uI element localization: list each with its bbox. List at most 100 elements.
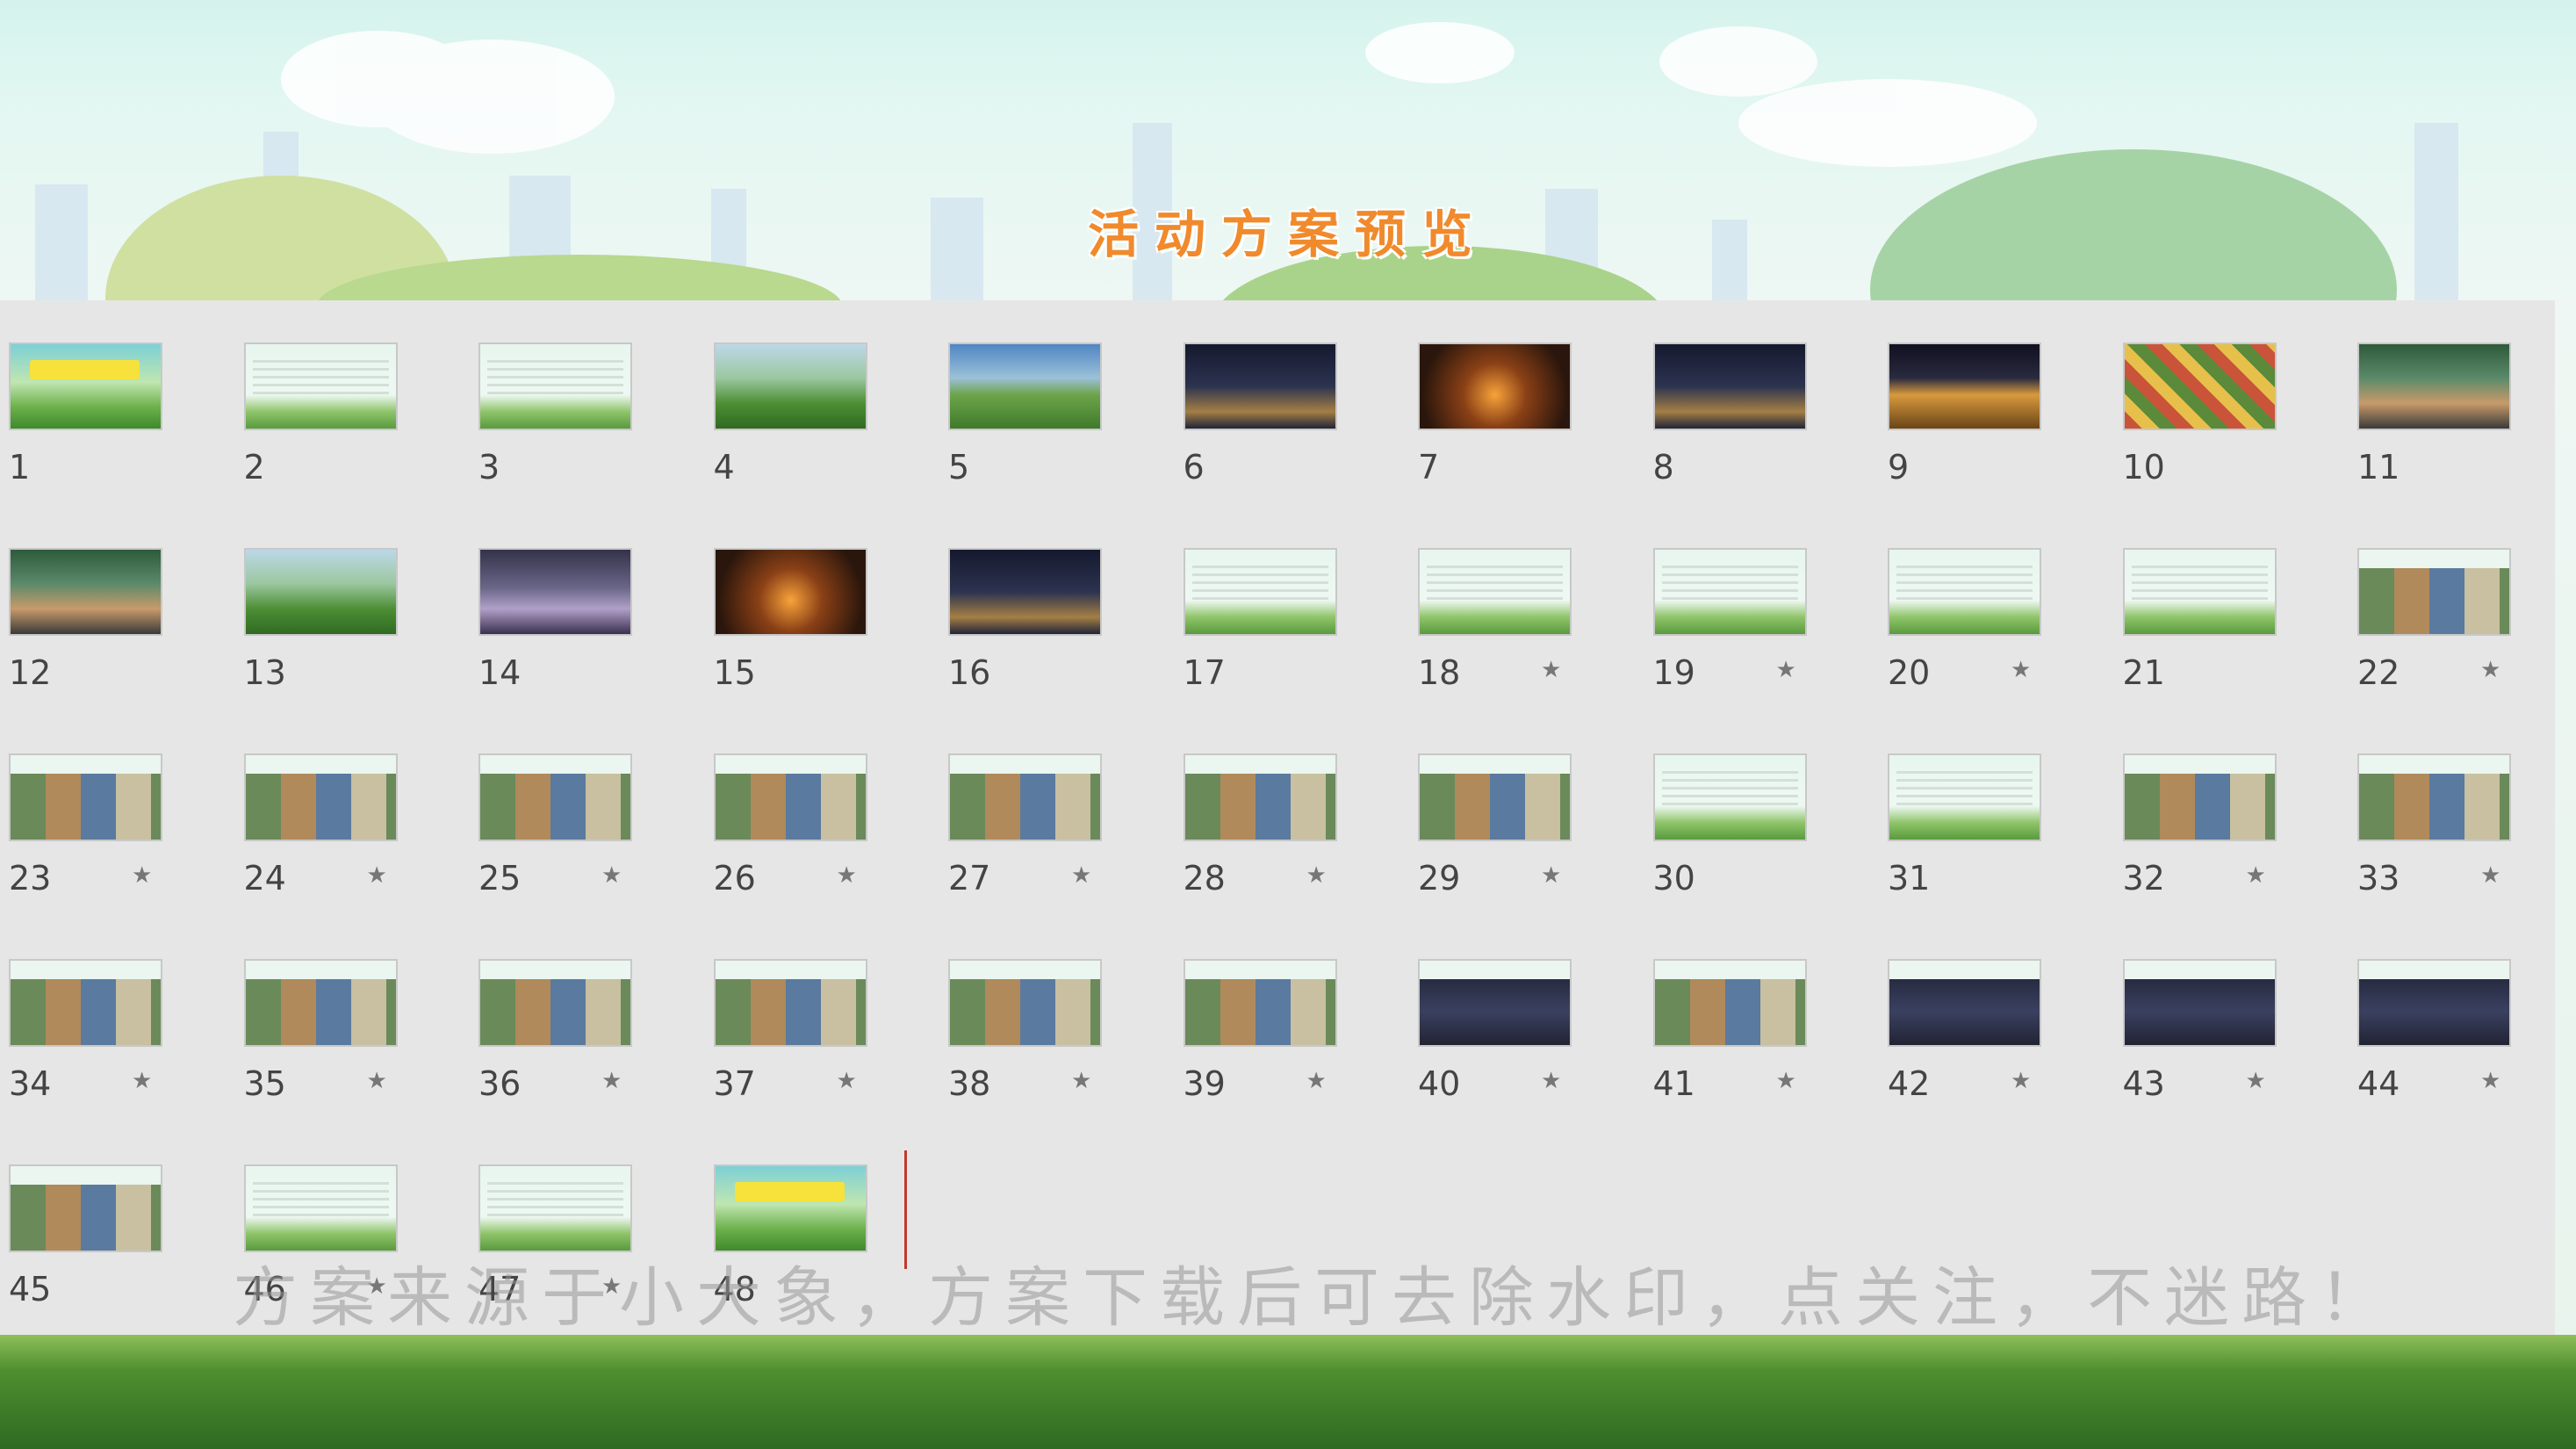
slide-thumbnail[interactable]: 21 xyxy=(2122,548,2277,692)
slide-thumbnail[interactable]: 12 xyxy=(9,548,162,692)
slide-preview-image[interactable] xyxy=(2357,548,2511,636)
slide-thumbnail[interactable]: 5 xyxy=(948,342,1102,487)
slide-preview-image[interactable] xyxy=(479,959,632,1047)
slide-thumbnail[interactable]: 29 ★ xyxy=(1418,753,1572,898)
slide-preview-image[interactable] xyxy=(243,548,398,636)
slide-thumbnail[interactable]: 23 ★ xyxy=(9,753,162,898)
slide-preview-image[interactable] xyxy=(1418,753,1572,841)
slide-sorter-panel[interactable]: 1 2 3 4 5 6 7 8 9 10 11 12 13 14 15 16 17 18 ★ 19 ★ 20 ★ 21 22 ★ 2… xyxy=(0,300,2555,1335)
slide-preview-image[interactable] xyxy=(1183,959,1337,1047)
slide-thumbnail[interactable]: 42 ★ xyxy=(1888,959,2041,1103)
slide-preview-image[interactable] xyxy=(948,753,1102,841)
slide-thumbnail[interactable]: 20 ★ xyxy=(1888,548,2041,692)
slide-thumbnail[interactable]: 33 ★ xyxy=(2357,753,2511,898)
slide-preview-image[interactable] xyxy=(1888,342,2041,430)
slide-thumbnail[interactable]: 15 xyxy=(713,548,867,692)
slide-thumbnail[interactable]: 40 ★ xyxy=(1418,959,1572,1103)
slide-thumbnail[interactable]: 30 xyxy=(1652,753,1807,898)
slide-thumbnail[interactable]: 27 ★ xyxy=(948,753,1102,898)
slide-thumbnail[interactable]: 1 xyxy=(9,342,162,487)
slide-preview-image[interactable] xyxy=(948,959,1102,1047)
slide-preview-image[interactable] xyxy=(2357,753,2511,841)
slide-preview-image[interactable] xyxy=(9,1164,162,1252)
slide-thumbnail[interactable]: 45 xyxy=(9,1164,162,1308)
slide-preview-image[interactable] xyxy=(479,1164,632,1252)
slide-thumbnail[interactable]: 46 ★ xyxy=(243,1164,398,1308)
slide-preview-image[interactable] xyxy=(479,548,632,636)
slide-thumbnail[interactable]: 34 ★ xyxy=(9,959,162,1103)
slide-preview-image[interactable] xyxy=(1652,342,1807,430)
slide-preview-image[interactable] xyxy=(713,1164,867,1252)
slide-preview-image[interactable] xyxy=(713,959,867,1047)
slide-thumbnail[interactable]: 18 ★ xyxy=(1418,548,1572,692)
slide-preview-image[interactable] xyxy=(1183,342,1337,430)
slide-thumbnail[interactable]: 8 xyxy=(1652,342,1807,487)
slide-thumbnail[interactable]: 36 ★ xyxy=(479,959,632,1103)
slide-thumbnail[interactable]: 39 ★ xyxy=(1183,959,1337,1103)
slide-thumbnail[interactable]: 24 ★ xyxy=(243,753,398,898)
slide-preview-image[interactable] xyxy=(2357,959,2511,1047)
slide-preview-image[interactable] xyxy=(1652,959,1807,1047)
slide-thumbnail[interactable]: 28 ★ xyxy=(1183,753,1337,898)
slide-thumbnail[interactable]: 11 xyxy=(2357,342,2511,487)
slide-thumbnail[interactable]: 47 ★ xyxy=(479,1164,632,1308)
slide-thumbnail[interactable]: 16 xyxy=(948,548,1102,692)
slide-preview-image[interactable] xyxy=(479,342,632,430)
slide-thumbnail[interactable]: 7 xyxy=(1418,342,1572,487)
animation-star-icon: ★ xyxy=(1775,1068,1796,1094)
slide-thumbnail[interactable]: 35 ★ xyxy=(243,959,398,1103)
slide-preview-image[interactable] xyxy=(2122,959,2277,1047)
slide-number: 37 xyxy=(713,1064,756,1103)
slide-thumbnail[interactable]: 44 ★ xyxy=(2357,959,2511,1103)
slide-preview-image[interactable] xyxy=(1652,548,1807,636)
slide-preview-image[interactable] xyxy=(1888,753,2041,841)
slide-preview-image[interactable] xyxy=(1418,959,1572,1047)
slide-preview-image[interactable] xyxy=(1652,753,1807,841)
slide-thumbnail[interactable]: 38 ★ xyxy=(948,959,1102,1103)
slide-preview-image[interactable] xyxy=(1183,548,1337,636)
slide-thumbnail[interactable]: 37 ★ xyxy=(713,959,867,1103)
slide-preview-image[interactable] xyxy=(1888,959,2041,1047)
slide-thumbnail[interactable]: 14 xyxy=(479,548,632,692)
slide-preview-image[interactable] xyxy=(9,342,162,430)
slide-thumbnail[interactable]: 6 xyxy=(1183,342,1337,487)
slide-preview-image[interactable] xyxy=(2122,753,2277,841)
slide-preview-image[interactable] xyxy=(2122,342,2277,430)
slide-preview-image[interactable] xyxy=(9,548,162,636)
slide-preview-image[interactable] xyxy=(243,753,398,841)
slide-thumbnail[interactable]: 26 ★ xyxy=(713,753,867,898)
slide-preview-image[interactable] xyxy=(948,548,1102,636)
slide-thumbnail[interactable]: 17 xyxy=(1183,548,1337,692)
slide-preview-image[interactable] xyxy=(1418,342,1572,430)
slide-thumbnail[interactable]: 31 xyxy=(1888,753,2041,898)
slide-preview-image[interactable] xyxy=(9,753,162,841)
slide-preview-image[interactable] xyxy=(713,342,867,430)
slide-preview-image[interactable] xyxy=(713,548,867,636)
slide-preview-image[interactable] xyxy=(243,1164,398,1252)
slide-preview-image[interactable] xyxy=(243,959,398,1047)
slide-thumbnail[interactable]: 10 xyxy=(2122,342,2277,487)
slide-thumbnail[interactable]: 3 xyxy=(479,342,632,487)
slide-preview-image[interactable] xyxy=(1888,548,2041,636)
slide-preview-image[interactable] xyxy=(948,342,1102,430)
slide-thumbnail[interactable]: 2 xyxy=(243,342,398,487)
slide-preview-image[interactable] xyxy=(2357,342,2511,430)
slide-preview-image[interactable] xyxy=(1418,548,1572,636)
slide-thumbnail[interactable]: 41 ★ xyxy=(1652,959,1807,1103)
slide-thumbnail[interactable]: 43 ★ xyxy=(2122,959,2277,1103)
slide-thumbnail[interactable]: 19 ★ xyxy=(1652,548,1807,692)
slide-thumbnail[interactable]: 22 ★ xyxy=(2357,548,2511,692)
slide-preview-image[interactable] xyxy=(479,753,632,841)
slide-preview-image[interactable] xyxy=(9,959,162,1047)
slide-thumbnail[interactable]: 13 xyxy=(243,548,398,692)
slide-preview-image[interactable] xyxy=(243,342,398,430)
slide-thumbnail[interactable]: 4 xyxy=(713,342,867,487)
slide-thumbnail[interactable]: 48 xyxy=(713,1164,867,1308)
slide-thumbnail[interactable]: 25 ★ xyxy=(479,753,632,898)
animation-star-icon: ★ xyxy=(836,862,857,889)
slide-preview-image[interactable] xyxy=(2122,548,2277,636)
slide-thumbnail[interactable]: 9 xyxy=(1888,342,2041,487)
slide-thumbnail[interactable]: 32 ★ xyxy=(2122,753,2277,898)
slide-preview-image[interactable] xyxy=(1183,753,1337,841)
slide-preview-image[interactable] xyxy=(713,753,867,841)
